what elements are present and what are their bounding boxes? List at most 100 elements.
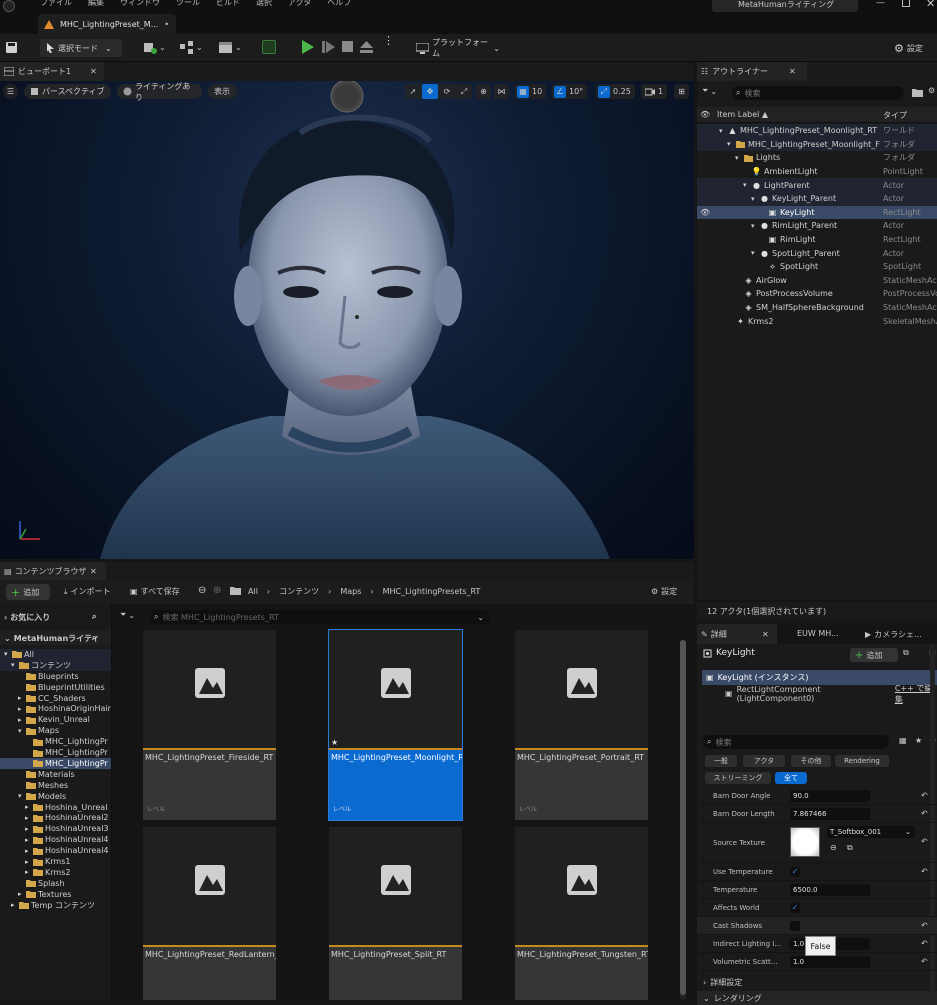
- folder-tree-item[interactable]: ▸ Temp コンテンツ: [0, 900, 111, 911]
- folder-tree-item[interactable]: MHC_LightingPr: [0, 736, 111, 747]
- chevron-down-icon[interactable]: ▾: [735, 154, 741, 162]
- add-component-button[interactable]: + 追加: [850, 648, 898, 662]
- world-space-icon[interactable]: ⊕: [476, 84, 491, 99]
- reset-to-default-icon[interactable]: ↶: [921, 809, 931, 819]
- details-search-input[interactable]: ⌕ 検索: [703, 735, 889, 749]
- texture-dropdown[interactable]: T_Softbox_001 ⌄: [827, 826, 915, 838]
- folder-tree-item[interactable]: Materials: [0, 769, 111, 780]
- reset-to-default-icon[interactable]: ↶: [921, 867, 931, 877]
- platform-dropdown[interactable]: プラットフォーム ⌄: [410, 38, 506, 58]
- blueprint-button[interactable]: ⌄: [180, 41, 203, 54]
- viewport-canvas[interactable]: [0, 81, 694, 559]
- forward-icon[interactable]: ⊕: [213, 585, 221, 596]
- menu-item[interactable]: ビルド: [216, 0, 240, 8]
- details-tab[interactable]: ✎ 詳細 ✕: [697, 624, 777, 644]
- filter-chip[interactable]: ストリーミング: [705, 772, 771, 784]
- layout-icon[interactable]: ⊞: [674, 84, 689, 99]
- back-icon[interactable]: ⊖: [198, 585, 206, 596]
- folder-tree-item[interactable]: ▾ All: [0, 649, 111, 660]
- outliner-row[interactable]: ▾ MHC_LightingPreset_Moonlight_F フォルダ: [697, 137, 937, 152]
- folder-tree-item[interactable]: ▸ CC_Shaders: [0, 693, 111, 704]
- menu-item[interactable]: 選択: [256, 0, 272, 8]
- chevron-down-icon[interactable]: ▾: [727, 140, 733, 148]
- outliner-row[interactable]: ▣ RimLight RectLight: [697, 233, 937, 247]
- outliner-row[interactable]: ▾ ● SpotLight_Parent Actor: [697, 246, 937, 260]
- property-value-input[interactable]: 1.0: [790, 955, 870, 968]
- asset-tile[interactable]: MHC_LightingPreset_RedLantern_RT: [143, 827, 276, 1000]
- chevron-down-icon[interactable]: ▾: [751, 195, 757, 203]
- folder-tree-item[interactable]: ▸ HoshinaUnreal3: [0, 823, 111, 834]
- lighting-mode-button[interactable]: ライティングあり: [117, 82, 202, 102]
- camera-speed-button[interactable]: 1: [641, 84, 668, 99]
- outliner-row[interactable]: 👁 ▣ KeyLight RectLight: [697, 205, 937, 220]
- outliner-row[interactable]: ▾ ● RimLight_Parent Actor: [697, 219, 937, 233]
- euw-tab[interactable]: EUW MH...: [797, 629, 839, 638]
- angle-snap-button[interactable]: ∠ 10°: [552, 84, 588, 99]
- find-in-browser-icon[interactable]: ⧉: [847, 843, 853, 853]
- camera-tab[interactable]: ▶ カメラシェ...: [865, 629, 922, 640]
- select-tool-icon[interactable]: ➚: [405, 84, 421, 99]
- chevron-right-icon[interactable]: ▸: [11, 901, 17, 909]
- browse-icon[interactable]: ⊖: [830, 843, 837, 852]
- minimize-button[interactable]: —: [876, 0, 885, 8]
- asset-tile[interactable]: MHC_LightingPreset_Split_RT: [329, 827, 462, 1000]
- property-value-input[interactable]: 6500.0: [790, 883, 870, 896]
- filter-chip[interactable]: 全て: [775, 772, 807, 784]
- show-button[interactable]: 表示: [208, 84, 237, 99]
- chevron-right-icon[interactable]: ▸: [25, 847, 31, 855]
- folder-tree-item[interactable]: ▸ Krms1: [0, 856, 111, 867]
- filter-chip[interactable]: アクタ: [743, 755, 785, 767]
- property-checkbox[interactable]: ✓: [790, 902, 800, 913]
- outliner-row[interactable]: 💡 AmbientLight PointLight: [697, 165, 937, 179]
- rendering-section[interactable]: ⌄ レンダリング: [697, 991, 937, 1005]
- close-window-button[interactable]: ✕: [926, 0, 935, 10]
- chevron-right-icon[interactable]: ▸: [25, 868, 31, 876]
- asset-search-input[interactable]: ⌕ 検索 MHC_LightingPresets_RT ⌄: [150, 610, 490, 624]
- chevron-down-icon[interactable]: ▾: [719, 127, 725, 135]
- menu-item[interactable]: 編集: [88, 0, 104, 8]
- outliner-search-input[interactable]: ⌕ 検索: [732, 86, 904, 100]
- folder-tree-item[interactable]: BlueprintUtilities: [0, 682, 111, 693]
- chevron-down-icon[interactable]: ▾: [4, 650, 10, 658]
- select-mode-dropdown[interactable]: 選択モード ⌄: [40, 39, 122, 57]
- folder-tree-item[interactable]: ▸ HoshinaUnreal4: [0, 834, 111, 845]
- menu-item[interactable]: ウィンドウ: [120, 0, 160, 8]
- folder-tree-item[interactable]: MHC_LightingPr: [0, 758, 111, 769]
- reset-to-default-icon[interactable]: ↶: [921, 837, 931, 847]
- chevron-down-icon[interactable]: ▾: [18, 727, 24, 735]
- outliner-row[interactable]: ✦ Krms2 SkeletalMeshActor: [697, 314, 937, 328]
- asset-tile[interactable]: MHC_LightingPreset_Fireside_RT レベル: [143, 630, 276, 820]
- outliner-row[interactable]: ▾ ● LightParent Actor: [697, 178, 937, 192]
- blueprint-icon[interactable]: ⧉: [903, 648, 909, 658]
- outliner-row[interactable]: ◈ PostProcessVolume PostProcessVolume: [697, 287, 937, 301]
- search-icon[interactable]: ⌕: [92, 633, 96, 643]
- type-column[interactable]: タイプ: [883, 110, 907, 121]
- chevron-down-icon[interactable]: ▾: [11, 661, 17, 669]
- chevron-right-icon[interactable]: ▸: [25, 803, 31, 811]
- folder-tree-item[interactable]: Meshes: [0, 780, 111, 791]
- breadcrumb-item[interactable]: コンテンツ: [279, 586, 319, 597]
- outliner-row[interactable]: ⟡ SpotLight SpotLight: [697, 260, 937, 274]
- asset-tile[interactable]: MHC_LightingPreset_Portrait_RT レベル: [515, 630, 648, 820]
- breadcrumb-item[interactable]: MHC_LightingPresets_RT: [383, 587, 481, 596]
- asset-scrollbar-thumb[interactable]: [680, 640, 686, 995]
- close-tab-icon[interactable]: ✕: [90, 567, 97, 576]
- outliner-row[interactable]: ◈ SM_HalfSphereBackground StaticMeshActor: [697, 301, 937, 315]
- perspective-button[interactable]: パースペクティブ: [24, 84, 111, 99]
- content-browser-tab[interactable]: ▤ コンテンツブラウザ ✕: [0, 562, 106, 580]
- folder-tree-item[interactable]: ▸ Kevin_Unreal: [0, 714, 111, 725]
- filter-chip[interactable]: Rendering: [835, 755, 889, 767]
- asset-filter-button[interactable]: ⏷ ⌄: [120, 610, 135, 620]
- reset-to-default-icon[interactable]: ↶: [921, 939, 931, 949]
- folder-tree-item[interactable]: ▾ Maps: [0, 725, 111, 736]
- add-folder-icon[interactable]: [912, 87, 923, 97]
- close-tab-icon[interactable]: ✕: [762, 630, 769, 639]
- property-checkbox[interactable]: [790, 920, 800, 931]
- chevron-down-icon[interactable]: ▾: [743, 181, 749, 189]
- folder-tree-item[interactable]: Blueprints: [0, 671, 111, 682]
- folder-tree-item[interactable]: ▾ Models: [0, 791, 111, 802]
- component-row[interactable]: ▣ RectLightComponent (LightComponent0) C…: [725, 684, 937, 704]
- menu-item[interactable]: アクタ: [288, 0, 311, 8]
- save-icon[interactable]: [5, 41, 18, 54]
- actor-name[interactable]: KeyLight: [716, 648, 755, 658]
